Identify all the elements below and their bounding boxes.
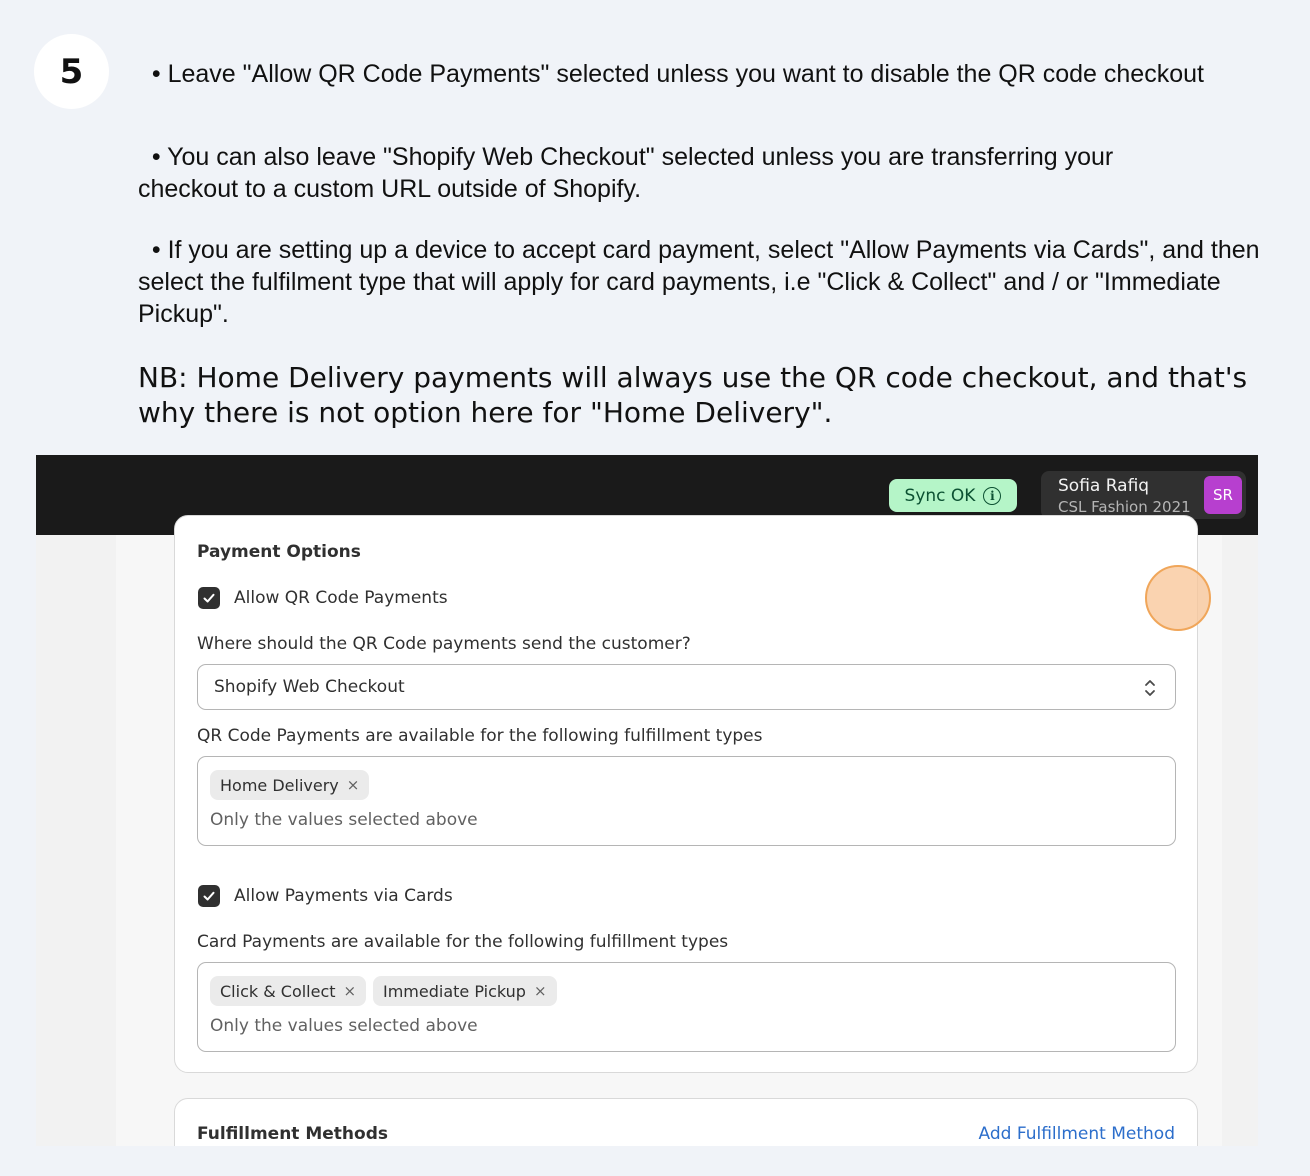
qr-destination-label: Where should the QR Code payments send t…	[197, 634, 691, 654]
remove-tag-icon[interactable]: ×	[344, 982, 357, 1000]
instruction-2: • You can also leave "Shopify Web Checko…	[138, 141, 1218, 205]
tag-immediate-pickup: Immediate Pickup ×	[373, 976, 557, 1006]
payment-options-title: Payment Options	[197, 542, 361, 562]
select-chevron-icon	[1145, 680, 1155, 696]
bullet-glyph: •	[138, 60, 168, 88]
allow-cards-label[interactable]: Allow Payments via Cards	[234, 886, 453, 906]
click-indicator	[1145, 565, 1211, 631]
allow-cards-checkbox[interactable]	[198, 885, 220, 907]
avatar: SR	[1204, 476, 1242, 514]
checkmark-icon	[203, 593, 215, 603]
tag-click-collect: Click & Collect ×	[210, 976, 367, 1006]
tag-label: Immediate Pickup	[383, 981, 526, 1001]
bullet-glyph: •	[138, 236, 168, 264]
tag-label: Click & Collect	[220, 981, 336, 1001]
card-fulfillment-helper: Only the values selected above	[210, 1016, 478, 1036]
info-icon: i	[983, 486, 1002, 505]
bullet-glyph: •	[138, 143, 168, 171]
step-number-badge: 5	[34, 34, 109, 109]
app-screenshot: Sync OK i Sofia Rafiq CSL Fashion 2021 S…	[36, 455, 1258, 1146]
card-fulfillment-label: Card Payments are available for the foll…	[197, 932, 729, 952]
checkmark-icon	[203, 891, 215, 901]
fulfillment-methods-title: Fulfillment Methods	[197, 1124, 388, 1144]
remove-tag-icon[interactable]: ×	[534, 982, 547, 1000]
qr-fulfillment-multiselect[interactable]: Home Delivery × Only the values selected…	[197, 756, 1176, 846]
card-fulfillment-multiselect[interactable]: Click & Collect × Immediate Pickup × Onl…	[197, 962, 1176, 1052]
user-menu[interactable]: Sofia Rafiq CSL Fashion 2021 SR	[1041, 471, 1246, 519]
instruction-2-text: You can also leave "Shopify Web Checkout…	[138, 143, 1114, 203]
store-name: CSL Fashion 2021	[1058, 498, 1191, 516]
sync-status-badge[interactable]: Sync OK i	[889, 479, 1017, 512]
qr-fulfillment-helper: Only the values selected above	[210, 810, 478, 830]
instruction-3: • If you are setting up a device to acce…	[138, 234, 1288, 330]
qr-destination-value: Shopify Web Checkout	[214, 677, 405, 697]
payment-options-card: Payment Options Allow QR Code Payments W…	[174, 515, 1198, 1073]
add-fulfillment-method-link[interactable]: Add Fulfillment Method	[979, 1124, 1175, 1144]
qr-destination-select[interactable]: Shopify Web Checkout	[197, 664, 1176, 710]
remove-tag-icon[interactable]: ×	[347, 776, 360, 794]
instruction-1-text: Leave "Allow QR Code Payments" selected …	[167, 60, 1204, 88]
allow-qr-label[interactable]: Allow QR Code Payments	[234, 588, 448, 608]
instruction-3-text: If you are setting up a device to accept…	[138, 236, 1260, 328]
user-name: Sofia Rafiq	[1058, 476, 1150, 496]
tag-label: Home Delivery	[220, 775, 339, 795]
allow-qr-checkbox[interactable]	[198, 587, 220, 609]
note-text: NB: Home Delivery payments will always u…	[138, 361, 1248, 429]
tag-home-delivery: Home Delivery ×	[210, 770, 370, 800]
sync-status-label: Sync OK	[904, 485, 976, 506]
fulfillment-methods-card: Fulfillment Methods Add Fulfillment Meth…	[174, 1098, 1198, 1146]
main-content: Payment Options Allow QR Code Payments W…	[116, 515, 1222, 1146]
qr-fulfillment-label: QR Code Payments are available for the f…	[197, 726, 763, 746]
instruction-1: • Leave "Allow QR Code Payments" selecte…	[138, 58, 1278, 90]
